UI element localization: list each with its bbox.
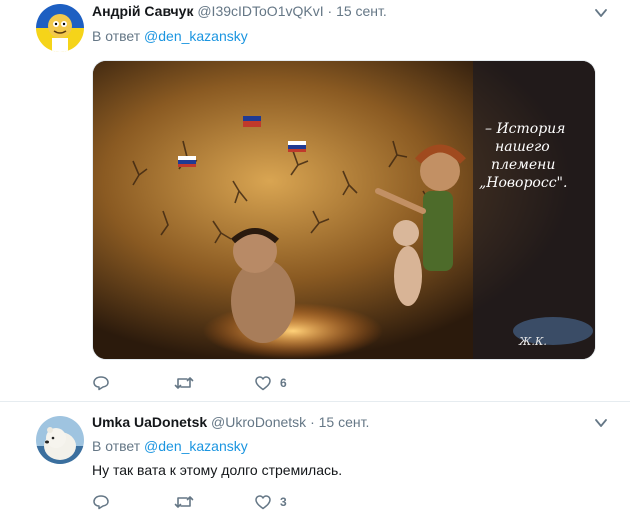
avatar[interactable] <box>36 4 84 52</box>
reply-context: В ответ @den_kazansky <box>92 28 248 44</box>
reply-button[interactable] <box>92 492 118 512</box>
author-name[interactable]: Андрій Савчук <box>92 3 193 19</box>
tweet-1[interactable]: Андрій Савчук @I39cIDToO1vQKvI · 15 сент… <box>0 0 630 402</box>
tweet-image[interactable]: – История нашего племени „Новоросс". Ж.К… <box>92 60 596 360</box>
reply-context: В ответ @den_kazansky <box>92 438 248 454</box>
timestamp[interactable]: 15 сент. <box>319 414 370 430</box>
timestamp[interactable]: 15 сент. <box>336 3 387 19</box>
artist-signature: Ж.К. <box>518 335 547 348</box>
reply-icon <box>93 376 109 391</box>
retweet-button[interactable] <box>174 492 202 512</box>
tweet-text: Ну так вата к этому долго стремилась. <box>92 462 343 478</box>
caption-line-2: нашего <box>495 139 550 155</box>
reply-prefix: В ответ <box>92 438 141 454</box>
like-button[interactable]: 6 <box>254 373 287 393</box>
reply-to-link[interactable]: @den_kazansky <box>144 438 248 454</box>
tweet-2[interactable]: Umka UaDonetsk @UkroDonetsk · 15 сент. В… <box>0 402 630 513</box>
caption-line-1: – История <box>485 121 565 137</box>
reply-icon <box>93 495 109 510</box>
caption-line-4: „Новоросс". <box>479 175 567 191</box>
separator-dot: · <box>310 414 315 430</box>
author-handle[interactable]: @I39cIDToO1vQKvI <box>197 3 323 19</box>
reply-prefix: В ответ <box>92 28 141 44</box>
chevron-down-icon[interactable] <box>594 6 608 20</box>
separator-dot: · <box>327 3 333 19</box>
caption-line-3: племени <box>491 157 555 173</box>
chevron-down-icon[interactable] <box>594 416 608 430</box>
retweet-button[interactable] <box>174 373 202 393</box>
like-button[interactable]: 3 <box>254 492 287 512</box>
like-icon <box>255 376 271 391</box>
like-count: 6 <box>280 376 287 390</box>
retweet-icon <box>174 496 194 508</box>
tweet-actions: 3 <box>92 492 392 512</box>
avatar[interactable] <box>36 416 84 464</box>
author-handle[interactable]: @UkroDonetsk <box>211 414 306 430</box>
author-name[interactable]: Umka UaDonetsk <box>92 414 207 430</box>
retweet-icon <box>174 377 194 389</box>
tweet-header: Umka UaDonetsk @UkroDonetsk · 15 сент. <box>92 414 369 430</box>
like-icon <box>255 495 271 510</box>
like-count: 3 <box>280 495 287 509</box>
tweet-header: Андрій Савчук @I39cIDToO1vQKvI · 15 сент… <box>92 3 387 19</box>
reply-to-link[interactable]: @den_kazansky <box>144 28 248 44</box>
tweet-actions: 6 <box>92 373 392 393</box>
reply-button[interactable] <box>92 373 118 393</box>
